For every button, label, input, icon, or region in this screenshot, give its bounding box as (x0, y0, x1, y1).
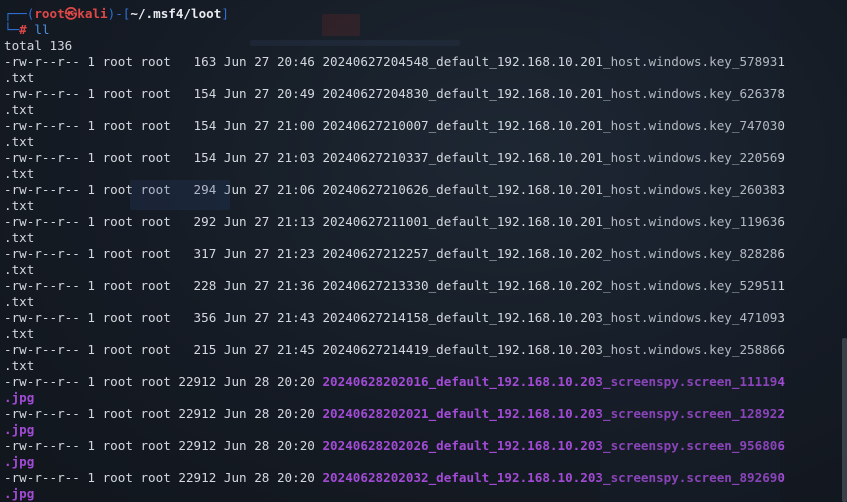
prompt-box-top: ┌──( (4, 6, 35, 21)
file-extension: .jpg (4, 422, 35, 437)
file-name: 20240627214158_default_192.168.10.203_ho… (322, 310, 785, 325)
file-row-wrap: .txt (4, 198, 847, 214)
prompt-line-command: └─# ll (4, 22, 847, 38)
file-meta: -rw-r--r-- 1 root root 294 Jun 27 21:06 (4, 182, 323, 197)
file-listing: -rw-r--r-- 1 root root 163 Jun 27 20:46 … (4, 54, 847, 502)
prompt-path: ~/.msf4/loot (130, 6, 222, 21)
file-extension: .jpg (4, 454, 35, 469)
file-extension: .txt (4, 262, 35, 277)
file-row: -rw-r--r-- 1 root root 228 Jun 27 21:36 … (4, 278, 847, 294)
file-row-wrap: .jpg (4, 390, 847, 406)
file-row: -rw-r--r-- 1 root root 22912 Jun 28 20:2… (4, 470, 847, 486)
file-name: 20240627213330_default_192.168.10.202_ho… (322, 278, 785, 293)
file-row-wrap: .jpg (4, 454, 847, 470)
file-name: 20240627204548_default_192.168.10.201_ho… (322, 54, 785, 69)
file-row-wrap: .txt (4, 358, 847, 374)
file-extension: .txt (4, 70, 35, 85)
file-meta: -rw-r--r-- 1 root root 228 Jun 27 21:36 (4, 278, 323, 293)
file-name: 20240628202032_default_192.168.10.203_sc… (322, 470, 785, 485)
file-name: 20240627211001_default_192.168.10.201_ho… (322, 214, 785, 229)
prompt-separator: )-[ (107, 6, 131, 21)
file-name: 20240627210337_default_192.168.10.201_ho… (322, 150, 785, 165)
file-meta: -rw-r--r-- 1 root root 163 Jun 27 20:46 (4, 54, 323, 69)
prompt-hash: # (19, 22, 27, 37)
file-name: 20240628202016_default_192.168.10.203_sc… (322, 374, 785, 389)
file-row-wrap: .txt (4, 230, 847, 246)
file-row-wrap: .jpg (4, 422, 847, 438)
file-extension: .txt (4, 294, 35, 309)
file-extension: .txt (4, 358, 35, 373)
file-name: 20240627212257_default_192.168.10.202_ho… (322, 246, 785, 261)
file-row: -rw-r--r-- 1 root root 294 Jun 27 21:06 … (4, 182, 847, 198)
prompt-user-host: root㉿kali (34, 6, 108, 21)
file-name: 20240628202026_default_192.168.10.203_sc… (322, 438, 785, 453)
file-extension: .txt (4, 198, 35, 213)
command-text: ll (34, 22, 50, 37)
file-extension: .jpg (4, 486, 35, 501)
prompt-bracket-end: ] (221, 6, 229, 21)
file-row: -rw-r--r-- 1 root root 317 Jun 27 21:23 … (4, 246, 847, 262)
file-row: -rw-r--r-- 1 root root 163 Jun 27 20:46 … (4, 54, 847, 70)
file-extension: .txt (4, 102, 35, 117)
file-row-wrap: .txt (4, 262, 847, 278)
file-extension: .jpg (4, 390, 35, 405)
file-row: -rw-r--r-- 1 root root 22912 Jun 28 20:2… (4, 374, 847, 390)
file-meta: -rw-r--r-- 1 root root 154 Jun 27 21:00 (4, 118, 323, 133)
file-extension: .txt (4, 134, 35, 149)
file-meta: -rw-r--r-- 1 root root 317 Jun 27 21:23 (4, 246, 323, 261)
file-name: 20240627210007_default_192.168.10.201_ho… (322, 118, 785, 133)
file-extension: .txt (4, 230, 35, 245)
file-name: 20240627214419_default_192.168.10.203_ho… (322, 342, 785, 357)
file-meta: -rw-r--r-- 1 root root 22912 Jun 28 20:2… (4, 374, 323, 389)
file-row-wrap: .txt (4, 134, 847, 150)
file-row: -rw-r--r-- 1 root root 292 Jun 27 21:13 … (4, 214, 847, 230)
file-meta: -rw-r--r-- 1 root root 215 Jun 27 21:45 (4, 342, 323, 357)
file-meta: -rw-r--r-- 1 root root 356 Jun 27 21:43 (4, 310, 323, 325)
file-row: -rw-r--r-- 1 root root 154 Jun 27 20:49 … (4, 86, 847, 102)
file-row: -rw-r--r-- 1 root root 154 Jun 27 21:03 … (4, 150, 847, 166)
file-row-wrap: .txt (4, 294, 847, 310)
file-meta: -rw-r--r-- 1 root root 22912 Jun 28 20:2… (4, 438, 323, 453)
terminal-window[interactable]: ┌──(root㉿kali)-[~/.msf4/loot] └─# ll tot… (0, 0, 847, 502)
total-line: total 136 (4, 38, 73, 53)
file-name: 20240627204830_default_192.168.10.201_ho… (322, 86, 785, 101)
file-row-wrap: .txt (4, 166, 847, 182)
file-row-wrap: .txt (4, 70, 847, 86)
file-row: -rw-r--r-- 1 root root 22912 Jun 28 20:2… (4, 406, 847, 422)
prompt-box-bottom: └─ (4, 22, 20, 37)
file-name: 20240628202021_default_192.168.10.203_sc… (322, 406, 785, 421)
file-name: 20240627210626_default_192.168.10.201_ho… (322, 182, 785, 197)
scrollbar-thumb[interactable] (842, 338, 847, 502)
file-meta: -rw-r--r-- 1 root root 154 Jun 27 21:03 (4, 150, 323, 165)
file-row-wrap: .txt (4, 102, 847, 118)
file-row-wrap: .txt (4, 326, 847, 342)
file-row: -rw-r--r-- 1 root root 356 Jun 27 21:43 … (4, 310, 847, 326)
file-row-wrap: .jpg (4, 486, 847, 502)
file-meta: -rw-r--r-- 1 root root 292 Jun 27 21:13 (4, 214, 323, 229)
file-row: -rw-r--r-- 1 root root 215 Jun 27 21:45 … (4, 342, 847, 358)
file-extension: .txt (4, 326, 35, 341)
file-row: -rw-r--r-- 1 root root 154 Jun 27 21:00 … (4, 118, 847, 134)
file-meta: -rw-r--r-- 1 root root 22912 Jun 28 20:2… (4, 406, 323, 421)
file-row: -rw-r--r-- 1 root root 22912 Jun 28 20:2… (4, 438, 847, 454)
file-extension: .txt (4, 166, 35, 181)
file-meta: -rw-r--r-- 1 root root 154 Jun 27 20:49 (4, 86, 323, 101)
prompt-line-top: ┌──(root㉿kali)-[~/.msf4/loot] (4, 6, 847, 22)
file-meta: -rw-r--r-- 1 root root 22912 Jun 28 20:2… (4, 470, 323, 485)
